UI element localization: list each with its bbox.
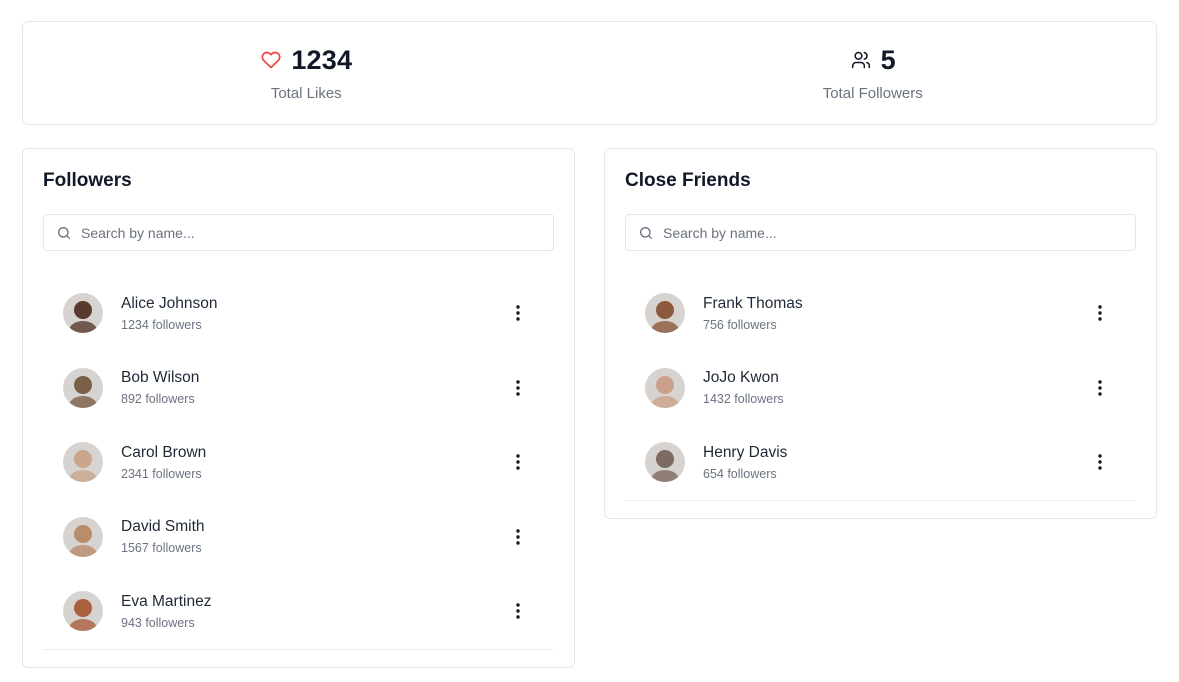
avatar [645,367,685,408]
follower-count: 1432 followers [703,392,784,407]
more-options-icon[interactable] [510,376,526,400]
close-friends-search-input[interactable] [663,224,1135,241]
heart-icon [260,49,282,71]
user-name: JoJo Kwon [703,369,779,387]
user-info: Henry Davis 654 followers [703,443,787,482]
followers-search[interactable] [43,214,554,251]
search-icon [56,225,72,241]
more-options-icon[interactable] [510,525,526,549]
avatar [63,367,103,408]
list-item[interactable]: Alice Johnson 1234 followers [43,276,554,351]
user-name: Bob Wilson [121,369,200,387]
more-options-icon[interactable] [1092,450,1108,474]
close-friends-title: Close Friends [625,170,751,191]
follower-count: 2341 followers [121,466,202,481]
follower-count: 654 followers [703,466,777,481]
stat-total-likes: 1234 Total Likes [23,22,590,124]
user-name: Carol Brown [121,443,207,461]
followers-list: Alice Johnson 1234 followers Bob Wilson 892… [43,276,554,650]
user-name: Henry Davis [703,443,788,461]
user-info: JoJo Kwon 1432 followers [703,368,784,407]
follower-count: 1234 followers [121,317,202,332]
list-item[interactable]: Frank Thomas 756 followers [625,276,1136,351]
stat-total-followers: 5 Total Followers [590,22,1157,124]
users-icon [850,49,872,71]
user-info: Frank Thomas 756 followers [703,294,803,333]
user-info: Carol Brown 2341 followers [121,443,206,482]
list-item[interactable]: David Smith 1567 followers [43,500,554,575]
total-followers-label: Total Followers [822,85,923,102]
list-item[interactable]: JoJo Kwon 1432 followers [625,351,1136,426]
list-item[interactable]: Eva Martinez 943 followers [43,574,554,649]
user-info: Alice Johnson 1234 followers [121,294,218,333]
list-item[interactable]: Bob Wilson 892 followers [43,351,554,426]
stats-card: 1234 Total Likes 5 Total Followers [22,21,1157,125]
more-options-icon[interactable] [510,301,526,325]
list-item[interactable]: Carol Brown 2341 followers [43,425,554,500]
total-likes-value: 1234 [291,44,353,75]
follower-count: 892 followers [121,392,195,407]
user-name: Alice Johnson [121,294,218,312]
follower-count: 756 followers [703,317,777,332]
avatar [63,516,103,557]
total-likes-label: Total Likes [270,85,342,102]
stat-followers-row: 5 [850,44,896,76]
avatar [645,442,685,483]
followers-panel: Followers Alice Johnson 1234 followers Bob… [22,148,575,668]
avatar [63,442,103,483]
close-friends-list: Frank Thomas 756 followers JoJo Kwon 1432 f… [625,276,1136,501]
more-options-icon[interactable] [510,599,526,623]
followers-title: Followers [43,170,132,191]
user-info: David Smith 1567 followers [121,517,205,556]
close-friends-panel: Close Friends Frank Thomas 756 followers J… [604,148,1157,519]
avatar [645,293,685,334]
more-options-icon[interactable] [1092,376,1108,400]
followers-search-input[interactable] [81,224,553,241]
user-info: Bob Wilson 892 followers [121,368,199,407]
close-friends-search[interactable] [625,214,1136,251]
follower-count: 943 followers [121,615,195,630]
search-icon [638,225,654,241]
avatar [63,293,103,334]
total-followers-value: 5 [880,44,896,75]
stat-likes-row: 1234 [260,44,352,76]
user-name: Eva Martinez [121,592,212,610]
more-options-icon[interactable] [510,450,526,474]
follower-count: 1567 followers [121,541,202,556]
user-name: Frank Thomas [703,294,803,312]
list-item[interactable]: Henry Davis 654 followers [625,425,1136,500]
user-name: David Smith [121,518,205,536]
user-info: Eva Martinez 943 followers [121,592,211,631]
avatar [63,591,103,632]
more-options-icon[interactable] [1092,301,1108,325]
